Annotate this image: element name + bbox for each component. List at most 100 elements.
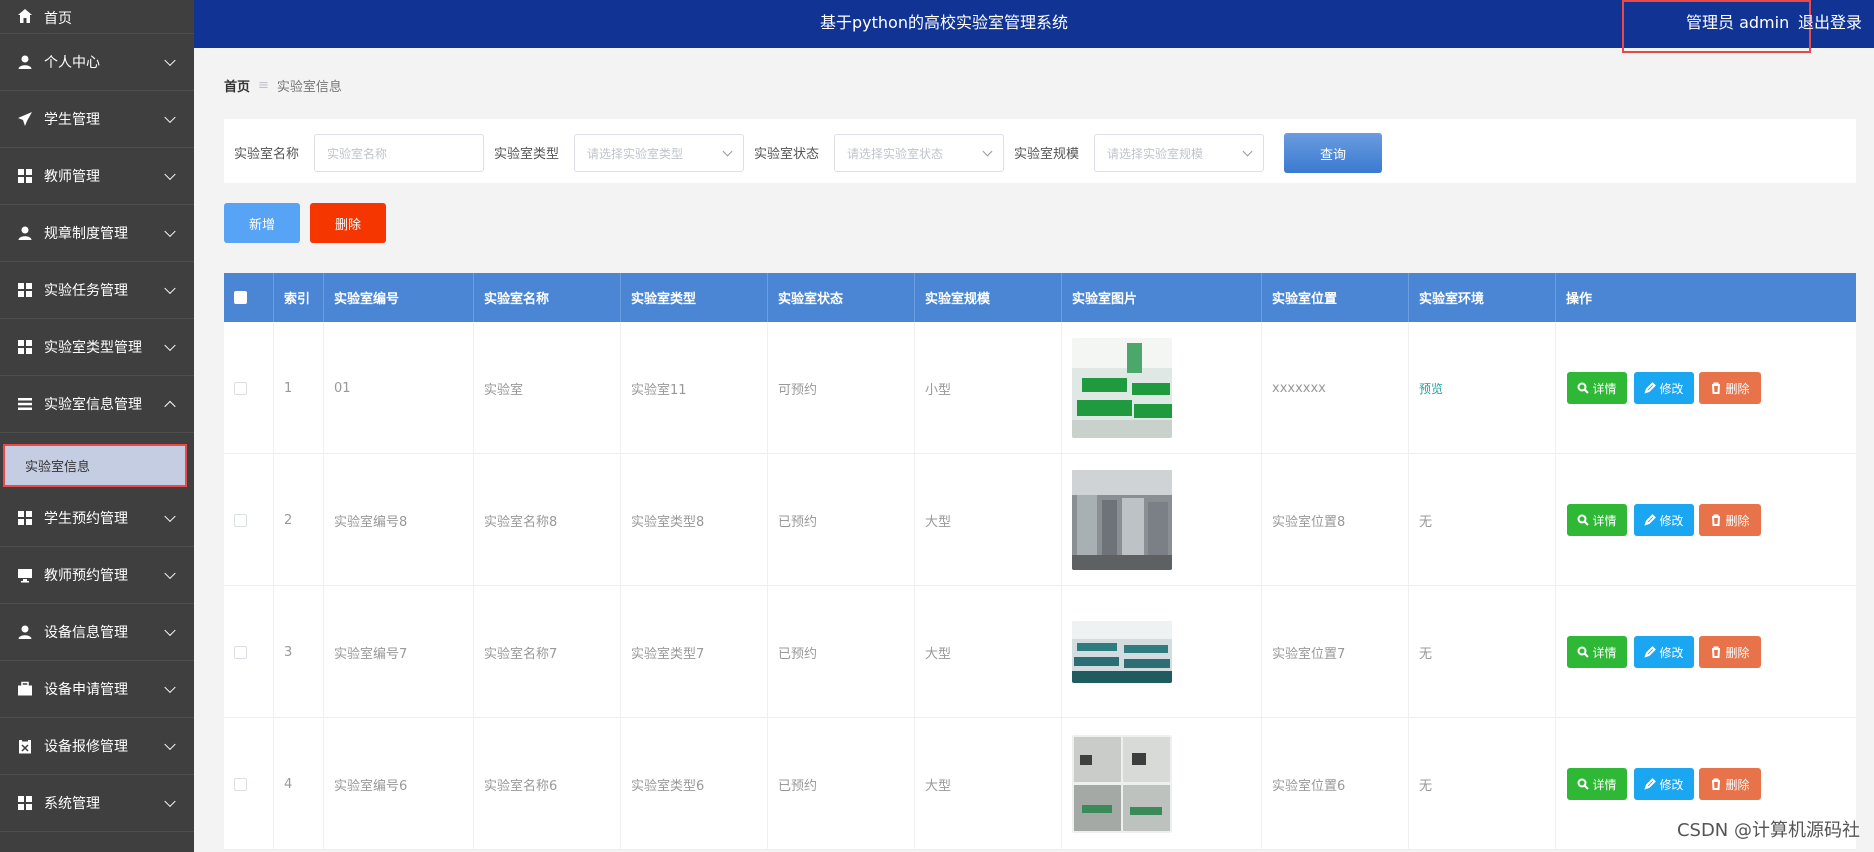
- cell-location: 实验室位置6: [1262, 718, 1409, 850]
- lab-status-select[interactable]: 请选择实验室状态: [834, 134, 1004, 172]
- query-button[interactable]: 查询: [1284, 133, 1382, 173]
- detail-button[interactable]: 详情: [1567, 768, 1627, 800]
- row-select-cell: [224, 322, 274, 454]
- grid-icon: [16, 168, 34, 184]
- search-icon: [1577, 382, 1590, 394]
- lab-type-select[interactable]: 请选择实验室类型: [574, 134, 744, 172]
- user-icon: [16, 225, 34, 241]
- sidebar-item-label: 设备报修管理: [44, 739, 128, 755]
- trash-icon: [1712, 514, 1721, 526]
- cell-environment: 无: [1409, 586, 1556, 718]
- cell-name: 实验室名称8: [474, 454, 621, 586]
- chevron-down-icon: [722, 146, 733, 157]
- delete-button[interactable]: 删除: [1699, 372, 1761, 404]
- edit-button[interactable]: 修改: [1634, 504, 1694, 536]
- cell-scale: 大型: [915, 718, 1062, 850]
- cell-name: 实验室名称6: [474, 718, 621, 850]
- sidebar-item-equipment-request[interactable]: 设备申请管理: [0, 661, 194, 718]
- lab-image-thumbnail[interactable]: [1072, 338, 1172, 438]
- edit-label: 修改: [1659, 381, 1684, 396]
- sidebar-item-system[interactable]: 系统管理: [0, 775, 194, 832]
- delete-label: 删除: [1725, 381, 1750, 396]
- chevron-down-icon: [164, 111, 176, 124]
- lab-image-thumbnail[interactable]: [1072, 735, 1172, 833]
- logout-link[interactable]: 退出登录: [1798, 9, 1862, 33]
- sidebar-item-label: 实验室信息管理: [44, 397, 142, 413]
- breadcrumb-home[interactable]: 首页: [224, 76, 250, 95]
- lab-scale-select[interactable]: 请选择实验室规模: [1094, 134, 1264, 172]
- sidebar-item-personal-center[interactable]: 个人中心: [0, 34, 194, 91]
- select-all-cell: [224, 273, 274, 322]
- row-checkbox[interactable]: [234, 777, 247, 791]
- grid-icon: [16, 795, 34, 811]
- sidebar-item-teachers[interactable]: 教师管理: [0, 148, 194, 205]
- cell-code: 实验室编号7: [324, 586, 474, 718]
- chevron-down-icon: [1242, 146, 1253, 157]
- search-panel: 实验室名称 实验室名称 实验室类型 请选择实验室类型 实验室状态 请选择实验室状…: [224, 119, 1856, 183]
- detail-button[interactable]: 详情: [1567, 372, 1627, 404]
- table-row: 1 01 实验室 实验室11 可预约 小型 xxxxxxx 预览 详情 修改 删…: [224, 322, 1856, 454]
- sidebar: 首页 个人中心 学生管理 教师管理 规章制度管理 实验任务管理 实验室类型管理 …: [0, 0, 194, 852]
- cell-status: 已预约: [768, 718, 915, 850]
- chevron-down-icon: [164, 567, 176, 580]
- edit-button[interactable]: 修改: [1634, 768, 1694, 800]
- breadcrumb-separator: ≡: [258, 78, 269, 93]
- send-icon: [16, 111, 34, 127]
- sidebar-item-tasks[interactable]: 实验任务管理: [0, 262, 194, 319]
- sidebar-subitem-lab-info[interactable]: 实验室信息: [3, 444, 187, 487]
- clipboard-icon: [16, 738, 34, 754]
- row-checkbox[interactable]: [234, 381, 247, 395]
- delete-button[interactable]: 删除: [1699, 636, 1761, 668]
- sidebar-item-home[interactable]: 首页: [0, 0, 194, 34]
- row-select-cell: [224, 454, 274, 586]
- detail-label: 详情: [1592, 777, 1617, 792]
- grid-icon: [16, 282, 34, 298]
- lab-image-thumbnail[interactable]: [1072, 621, 1172, 683]
- sidebar-item-equipment-info[interactable]: 设备信息管理: [0, 604, 194, 661]
- delete-label: 删除: [1725, 513, 1750, 528]
- user-name: 管理员 admin: [1686, 13, 1790, 32]
- edit-icon: [1644, 646, 1657, 658]
- row-checkbox[interactable]: [234, 513, 247, 527]
- select-all-checkbox[interactable]: [234, 291, 247, 304]
- top-bar: 基于python的高校实验室管理系统 管理员 admin 退出登录: [194, 0, 1874, 53]
- edit-button[interactable]: 修改: [1634, 636, 1694, 668]
- sidebar-item-label: 规章制度管理: [44, 226, 128, 242]
- sidebar-item-regulations[interactable]: 规章制度管理: [0, 205, 194, 262]
- cell-image: [1062, 454, 1262, 586]
- lab-image-thumbnail[interactable]: [1072, 470, 1172, 570]
- edit-label: 修改: [1659, 513, 1684, 528]
- chevron-down-icon: [164, 168, 176, 181]
- detail-button[interactable]: 详情: [1567, 504, 1627, 536]
- sidebar-item-teacher-booking[interactable]: 教师预约管理: [0, 547, 194, 604]
- environment-preview-link[interactable]: 预览: [1419, 380, 1443, 397]
- list-icon: [16, 396, 34, 412]
- batch-delete-button[interactable]: 删除: [310, 203, 386, 243]
- column-header: 实验室类型: [621, 273, 768, 322]
- delete-button[interactable]: 删除: [1699, 768, 1761, 800]
- lab-name-input[interactable]: 实验室名称: [314, 134, 484, 172]
- delete-button[interactable]: 删除: [1699, 504, 1761, 536]
- sidebar-item-lab-types[interactable]: 实验室类型管理: [0, 319, 194, 376]
- chevron-down-icon: [982, 146, 993, 157]
- row-checkbox[interactable]: [234, 645, 247, 659]
- edit-button[interactable]: 修改: [1634, 372, 1694, 404]
- detail-label: 详情: [1592, 645, 1617, 660]
- row-select-cell: [224, 586, 274, 718]
- detail-button[interactable]: 详情: [1567, 636, 1627, 668]
- column-header: 实验室编号: [324, 273, 474, 322]
- sidebar-item-student-booking[interactable]: 学生预约管理: [0, 490, 194, 547]
- sidebar-item-equipment-repair[interactable]: 设备报修管理: [0, 718, 194, 775]
- cell-image: [1062, 322, 1262, 454]
- detail-label: 详情: [1592, 381, 1617, 396]
- table-row: 3 实验室编号7 实验室名称7 实验室类型7 已预约 大型 实验室位置7 无 详…: [224, 586, 1856, 718]
- sidebar-item-label: 教师管理: [44, 169, 100, 185]
- lab-status-placeholder: 请选择实验室状态: [847, 146, 944, 161]
- sidebar-item-students[interactable]: 学生管理: [0, 91, 194, 148]
- cell-environment: 无: [1409, 718, 1556, 850]
- sidebar-item-lab-info[interactable]: 实验室信息管理: [0, 376, 194, 433]
- add-button[interactable]: 新增: [224, 203, 300, 243]
- cell-image: [1062, 718, 1262, 850]
- cell-code: 实验室编号8: [324, 454, 474, 586]
- cell-type: 实验室类型6: [621, 718, 768, 850]
